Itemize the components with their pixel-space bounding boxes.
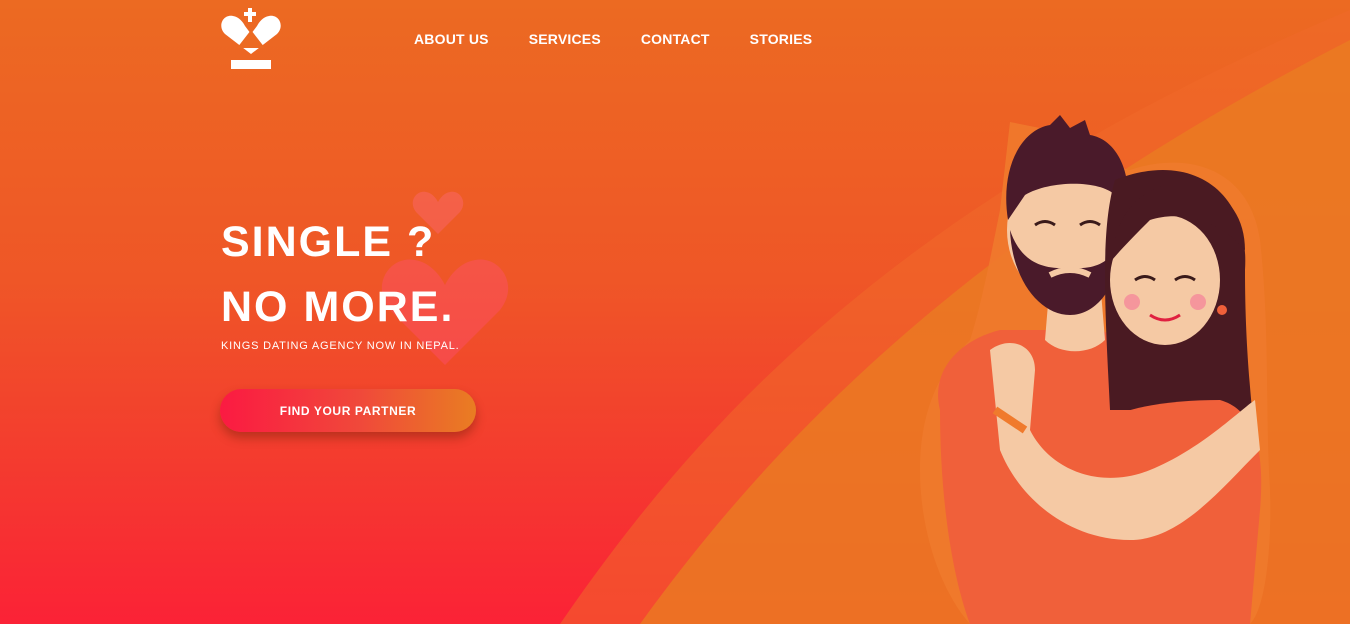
find-partner-button[interactable]: FIND YOUR PARTNER bbox=[220, 389, 476, 432]
hero-title: SINGLE ? NO MORE. bbox=[221, 210, 454, 340]
main-nav: ABOUT US SERVICES CONTACT STORIES bbox=[414, 31, 852, 47]
nav-stories[interactable]: STORIES bbox=[750, 31, 813, 47]
crown-heart-logo[interactable] bbox=[221, 8, 281, 72]
hero-subtitle: KINGS DATING AGENCY NOW IN NEPAL. bbox=[221, 340, 460, 352]
nav-about-us[interactable]: ABOUT US bbox=[414, 31, 489, 47]
hero-title-line-1: SINGLE ? bbox=[221, 218, 436, 266]
nav-services[interactable]: SERVICES bbox=[529, 31, 601, 47]
couple-illustration bbox=[920, 115, 1271, 624]
hero-title-line-2: NO MORE. bbox=[221, 283, 455, 331]
nav-contact[interactable]: CONTACT bbox=[641, 31, 710, 47]
